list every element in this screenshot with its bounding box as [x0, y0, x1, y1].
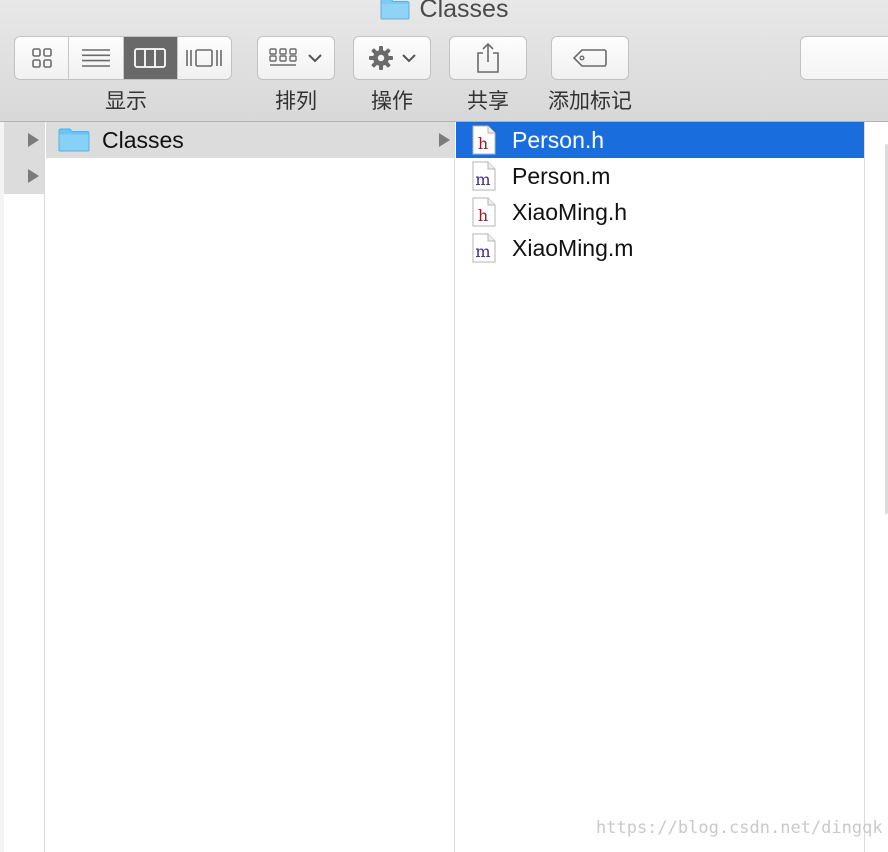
- chevron-down-icon: [308, 54, 322, 63]
- list-item-classes-folder[interactable]: Classes: [46, 122, 454, 158]
- view-mode-control[interactable]: [14, 36, 232, 80]
- share-button[interactable]: [449, 36, 527, 80]
- action-button[interactable]: [353, 36, 431, 80]
- icon-view-button[interactable]: [15, 37, 70, 79]
- search-field[interactable]: [800, 36, 888, 80]
- column-classes-contents: h Person.h m Person.m h XiaoMing.h m Xia…: [456, 122, 865, 852]
- folder-icon: [58, 128, 90, 152]
- column-view-button[interactable]: [123, 37, 178, 79]
- column-parent: [4, 122, 45, 852]
- icon-view-icon: [31, 48, 52, 68]
- arrange-button[interactable]: [257, 36, 335, 80]
- file-glyph: m: [475, 170, 490, 189]
- file-glyph: h: [478, 206, 488, 225]
- folder-name: Classes: [102, 126, 184, 153]
- gear-icon: [369, 46, 393, 70]
- file-glyph: m: [475, 242, 490, 261]
- column-preview: [866, 122, 888, 852]
- list-view-icon: [81, 49, 110, 67]
- share-icon: [477, 42, 499, 73]
- file-name: XiaoMing.h: [512, 198, 628, 225]
- expand-arrow-icon: [439, 133, 450, 147]
- arrange-label: 排列: [275, 90, 317, 113]
- disclosure-triangle-icon[interactable]: [28, 169, 39, 183]
- finder-window: Classes 显示 排列 操作 共享 添加标记 Classes h Perso…: [0, 0, 888, 852]
- cover-flow-view-button[interactable]: [178, 37, 231, 79]
- disclosure-triangle-icon[interactable]: [28, 133, 39, 147]
- add-tags-button[interactable]: [551, 36, 629, 80]
- column-browser: Classes h Person.h m Person.m h XiaoMing…: [0, 122, 888, 852]
- arrange-grid-icon: [269, 48, 297, 66]
- file-name: Person.m: [512, 162, 611, 189]
- list-item-file[interactable]: m XiaoMing.m: [456, 230, 864, 266]
- header-file-icon: h: [472, 125, 496, 155]
- cover-flow-icon: [186, 49, 223, 67]
- objc-file-icon: m: [472, 161, 496, 191]
- share-label: 共享: [467, 90, 509, 113]
- folder-icon: [380, 0, 410, 20]
- toolbar: Classes 显示 排列 操作 共享 添加标记: [0, 0, 888, 122]
- add-tags-label: 添加标记: [548, 90, 632, 113]
- list-item-file[interactable]: h XiaoMing.h: [456, 194, 864, 230]
- file-glyph: h: [478, 134, 488, 153]
- file-name: Person.h: [512, 126, 605, 153]
- list-item-file[interactable]: m Person.m: [456, 158, 864, 194]
- window-title-text: Classes: [419, 0, 509, 23]
- parent-row-2[interactable]: [4, 158, 44, 194]
- file-name: XiaoMing.m: [512, 234, 634, 261]
- objc-file-icon: m: [472, 233, 496, 263]
- chevron-down-icon: [402, 54, 416, 63]
- tag-icon: [572, 49, 607, 67]
- window-title: Classes: [0, 0, 888, 24]
- watermark: https://blog.csdn.net/dingqk: [596, 818, 883, 838]
- list-item-file[interactable]: h Person.h: [456, 122, 864, 158]
- parent-row-1[interactable]: [4, 122, 44, 158]
- action-label: 操作: [371, 90, 413, 113]
- view-label: 显示: [105, 90, 147, 113]
- header-file-icon: h: [472, 197, 496, 227]
- list-view-button[interactable]: [69, 37, 124, 79]
- column-view-icon: [134, 48, 167, 68]
- column-classes-parent: Classes: [46, 122, 455, 852]
